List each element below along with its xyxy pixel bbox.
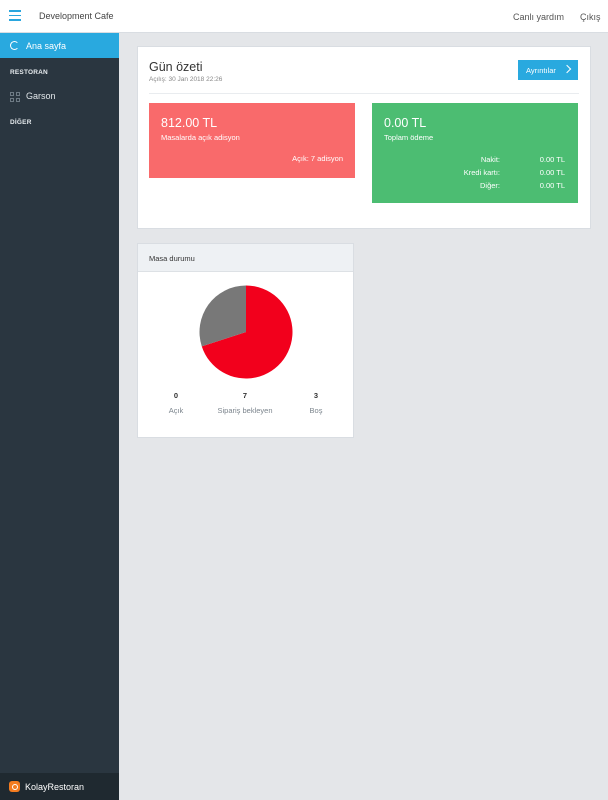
payment-value: 0.00 TL [539,155,565,164]
table-status-card: Masa durumu 0 Açık 7 Sipariş bekleyen 3 … [137,243,354,438]
open-bills-count: Açık: 7 adisyon [292,154,343,163]
legend-waiting-order: 7 Sipariş bekleyen [212,391,278,416]
legend-count: 3 [313,391,319,400]
sidebar-item-home[interactable]: Ana sayfa [0,33,119,58]
legend-open: 0 Açık [146,391,206,416]
day-summary-card: Gün özeti Açılış: 30 Jan 2018 22:26 Ayrı… [137,46,591,229]
total-payment-amount: 0.00 TL [384,116,427,130]
table-status-header: Masa durumu [138,244,353,272]
legend-count: 7 [242,391,248,400]
summary-opened-at: Açılış: 30 Jan 2018 22:26 [149,76,223,83]
table-status-pie-chart [199,285,293,379]
sidebar-section-restaurant: RESTORAN [10,69,48,76]
open-bills-amount: 812.00 TL [161,116,218,130]
brand-name: KolayRestoran [25,782,85,792]
payment-value: 0.00 TL [539,181,565,190]
sidebar-item-label: Ana sayfa [26,41,67,51]
brand-logo-icon [9,781,20,792]
total-payment-panel: 0.00 TL Toplam ödeme Nakit: 0.00 TL Kred… [372,103,578,203]
grid-icon [10,92,20,102]
sidebar-footer: KolayRestoran [0,773,119,800]
table-status-title: Masa durumu [149,254,195,263]
open-bills-panel: 812.00 TL Masalarda açık adisyon Açık: 7… [149,103,355,178]
sidebar-section-other: DİĞER [10,119,32,126]
details-button[interactable]: Ayrıntılar [518,60,578,80]
chevron-right-icon [562,64,572,74]
live-help-link[interactable]: Canlı yardım [513,12,564,22]
logout-link[interactable]: Çıkış [580,12,601,22]
sidebar-item-waiter[interactable]: Garson [0,86,119,106]
payment-label: Kredi kartı: [463,168,500,177]
menu-icon[interactable] [9,10,21,21]
legend-label: Boş [309,406,323,415]
legend-label: Sipariş bekleyen [217,406,273,415]
open-bills-label: Masalarda açık adisyon [161,133,240,142]
sidebar: Ana sayfa RESTORAN Garson DİĞER KolayRes… [0,33,119,800]
details-button-label: Ayrıntılar [526,66,556,75]
dashboard-icon [10,41,19,50]
divider [149,93,579,94]
sidebar-item-label: Garson [26,91,56,101]
payment-value: 0.00 TL [539,168,565,177]
app-title: Development Cafe [39,11,114,21]
legend-count: 0 [173,391,179,400]
summary-title: Gün özeti [149,60,203,74]
legend-label: Açık [168,406,184,415]
payment-label: Diğer: [479,181,500,190]
payment-label: Nakit: [480,155,500,164]
top-bar: Development Cafe Canlı yardım Çıkış [0,0,608,33]
legend-empty: 3 Boş [286,391,346,416]
total-payment-label: Toplam ödeme [384,133,434,142]
